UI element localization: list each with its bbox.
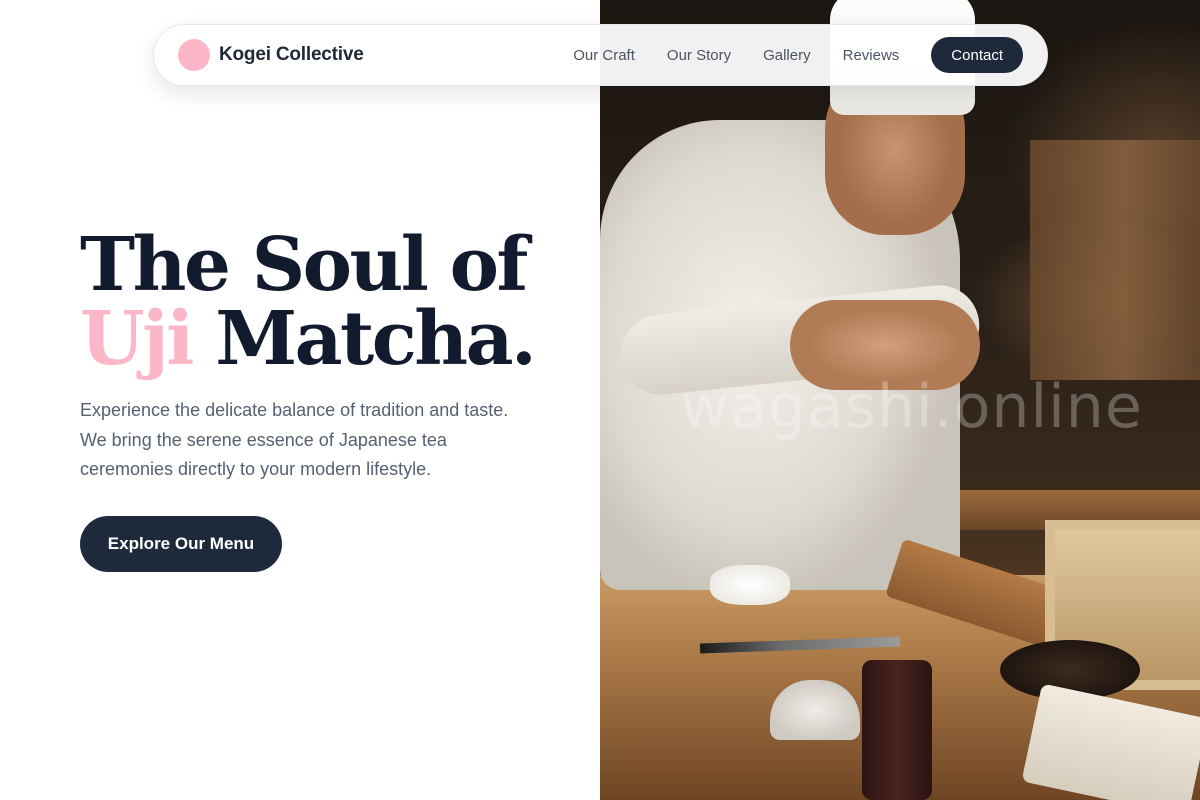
- hero-title-line-2-rest: Matcha.: [215, 296, 537, 382]
- photo-cup: [862, 660, 932, 800]
- nav-link-gallery[interactable]: Gallery: [763, 47, 811, 64]
- brand-name: Kogei Collective: [219, 44, 364, 65]
- hero-photo: wagashi.online: [600, 0, 1200, 800]
- explore-menu-button[interactable]: Explore Our Menu: [80, 516, 282, 572]
- top-navigation: Kogei Collective Our Craft Our Story Gal…: [153, 24, 1048, 86]
- nav-links: Our Craft Our Story Gallery Reviews Cont…: [573, 37, 1023, 73]
- brand-dot-icon: [178, 39, 210, 71]
- hero-description: Experience the delicate balance of tradi…: [80, 400, 509, 479]
- brand-logo-link[interactable]: Kogei Collective: [178, 39, 364, 71]
- hero-title-accent: Uji: [80, 296, 194, 382]
- nav-link-our-craft[interactable]: Our Craft: [573, 47, 635, 64]
- hero-title-line-2: Uji Matcha.: [80, 302, 580, 376]
- photo-cloth: [710, 565, 790, 605]
- nav-link-our-story[interactable]: Our Story: [667, 47, 731, 64]
- photo-cabinet: [1030, 140, 1200, 380]
- hero-title: The Soul of Uji Matcha.: [80, 228, 580, 376]
- photo-watermark: wagashi.online: [680, 372, 1143, 442]
- hero-title-line-1: The Soul of: [80, 222, 528, 308]
- contact-button[interactable]: Contact: [931, 37, 1023, 73]
- nav-link-reviews[interactable]: Reviews: [843, 47, 900, 64]
